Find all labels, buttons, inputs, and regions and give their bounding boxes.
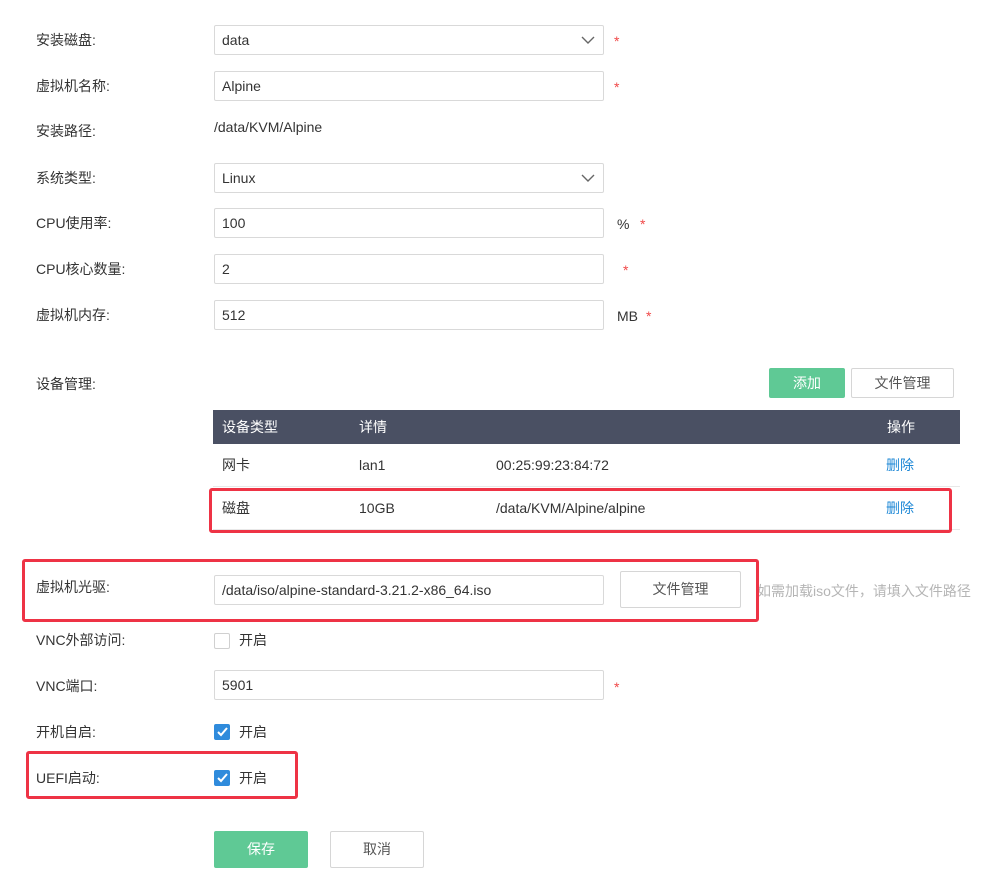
vnc-external-label: VNC外部访问: (36, 632, 126, 648)
vnc-port-input[interactable]: 5901 (214, 670, 604, 700)
table-header: 设备类型 详情 操作 (213, 410, 960, 444)
required-mark: * (623, 262, 629, 278)
vm-name-label: 虚拟机名称: (36, 78, 110, 94)
cdrom-path-input[interactable]: /data/iso/alpine-standard-3.21.2-x86_64.… (214, 575, 604, 605)
vm-name-input[interactable]: Alpine (214, 71, 604, 101)
checkmark-icon (217, 773, 228, 783)
uefi-option[interactable]: 开启 (239, 768, 267, 788)
chevron-down-icon (581, 174, 595, 182)
column-header-detail: 详情 (359, 419, 387, 435)
uefi-label: UEFI启动: (36, 770, 100, 786)
cpu-usage-input[interactable]: 100 (214, 208, 604, 238)
vnc-external-option[interactable]: 开启 (239, 630, 267, 650)
device-detail-cell: 10GB (359, 500, 395, 516)
cpu-cores-input[interactable]: 2 (214, 254, 604, 284)
delete-link[interactable]: 删除 (886, 455, 914, 475)
cpu-usage-unit: % (617, 216, 630, 232)
uefi-checkbox[interactable] (214, 770, 230, 786)
save-button[interactable]: 保存 (214, 831, 308, 868)
required-mark: * (646, 308, 652, 324)
devices-label: 设备管理: (36, 376, 96, 392)
cdrom-file-manager-button[interactable]: 文件管理 (620, 571, 741, 608)
cpu-cores-label: CPU核心数量: (36, 261, 126, 277)
os-type-label: 系统类型: (36, 170, 96, 186)
cdrom-label: 虚拟机光驱: (36, 579, 110, 595)
disk-label: 安装磁盘: (36, 32, 96, 48)
cdrom-hint: 如需加载iso文件，请填入文件路径 (757, 583, 971, 599)
required-mark: * (640, 216, 646, 232)
device-detail-cell: /data/KVM/Alpine/alpine (496, 500, 646, 516)
disk-select[interactable]: data (214, 25, 604, 55)
disk-select-value: data (222, 32, 250, 48)
memory-label: 虚拟机内存: (36, 307, 110, 323)
required-mark: * (614, 679, 620, 695)
checkmark-icon (217, 727, 228, 737)
install-path-value: /data/KVM/Alpine (214, 119, 323, 135)
required-mark: * (614, 33, 620, 49)
cpu-usage-label: CPU使用率: (36, 215, 112, 231)
add-device-button[interactable]: 添加 (769, 368, 845, 398)
vnc-external-checkbox[interactable] (214, 633, 230, 649)
column-header-action: 操作 (887, 419, 915, 435)
device-detail-cell: 00:25:99:23:84:72 (496, 457, 609, 473)
chevron-down-icon (581, 36, 595, 44)
delete-link[interactable]: 删除 (886, 498, 914, 518)
device-type-cell: 磁盘 (222, 500, 250, 516)
install-path-label: 安装路径: (36, 123, 96, 139)
memory-input[interactable]: 512 (214, 300, 604, 330)
autostart-label: 开机自启: (36, 724, 96, 740)
cancel-button[interactable]: 取消 (330, 831, 424, 868)
os-type-select-value: Linux (222, 170, 256, 186)
device-detail-cell: lan1 (359, 457, 386, 473)
file-manager-button[interactable]: 文件管理 (851, 368, 954, 398)
table-row: 磁盘 10GB /data/KVM/Alpine/alpine 删除 (213, 487, 960, 530)
required-mark: * (614, 79, 620, 95)
table-row: 网卡 lan1 00:25:99:23:84:72 删除 (213, 444, 960, 487)
column-header-type: 设备类型 (222, 419, 278, 435)
device-type-cell: 网卡 (222, 457, 250, 473)
vnc-port-label: VNC端口: (36, 678, 98, 694)
device-table: 设备类型 详情 操作 网卡 lan1 00:25:99:23:84:72 删除 … (213, 410, 960, 530)
autostart-checkbox[interactable] (214, 724, 230, 740)
memory-unit: MB (617, 308, 638, 324)
os-type-select[interactable]: Linux (214, 163, 604, 193)
autostart-option[interactable]: 开启 (239, 722, 267, 742)
